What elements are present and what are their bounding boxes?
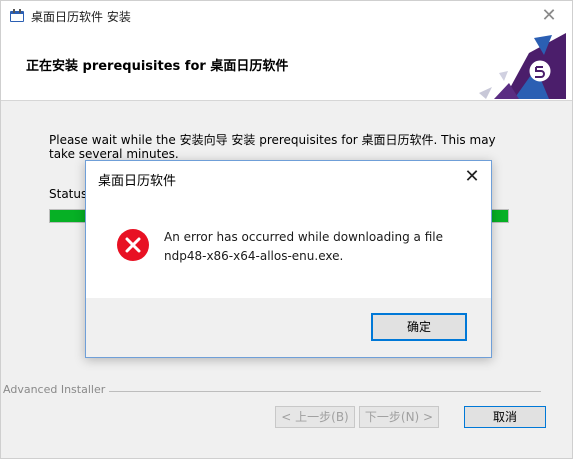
branding-divider: [109, 391, 541, 392]
installer-logo-icon: [479, 33, 566, 99]
error-dialog: 桌面日历软件 ✕ An error has occurred while dow…: [85, 160, 492, 358]
installer-header: 正在安装 prerequisites for 桌面日历软件: [1, 31, 572, 101]
title-bar: 桌面日历软件 安装 ✕: [1, 1, 572, 31]
cancel-button[interactable]: 取消: [464, 406, 546, 428]
header-title: 正在安装 prerequisites for 桌面日历软件: [26, 59, 289, 74]
status-label: Status: [49, 187, 88, 201]
next-button[interactable]: 下一步(N) >: [359, 406, 439, 428]
error-message: An error has occurred while downloading …: [164, 228, 474, 266]
error-icon: [117, 229, 149, 261]
dialog-title: 桌面日历软件: [98, 174, 177, 189]
ok-button[interactable]: 确定: [371, 313, 467, 341]
dialog-close-button[interactable]: ✕: [461, 166, 483, 188]
window-title: 桌面日历软件 安装: [31, 10, 131, 24]
branding-text: Advanced Installer: [3, 383, 106, 396]
error-message-line1: An error has occurred while downloading …: [164, 230, 443, 244]
install-message: Please wait while the 安装向导 安装 prerequisi…: [49, 133, 496, 161]
back-button[interactable]: < 上一步(B): [275, 406, 355, 428]
error-message-line2: ndp48-x86-x64-allos-enu.exe.: [164, 249, 344, 263]
app-icon: [10, 9, 24, 22]
window-close-button[interactable]: ✕: [538, 5, 560, 27]
branding: Advanced Installer: [1, 383, 541, 399]
